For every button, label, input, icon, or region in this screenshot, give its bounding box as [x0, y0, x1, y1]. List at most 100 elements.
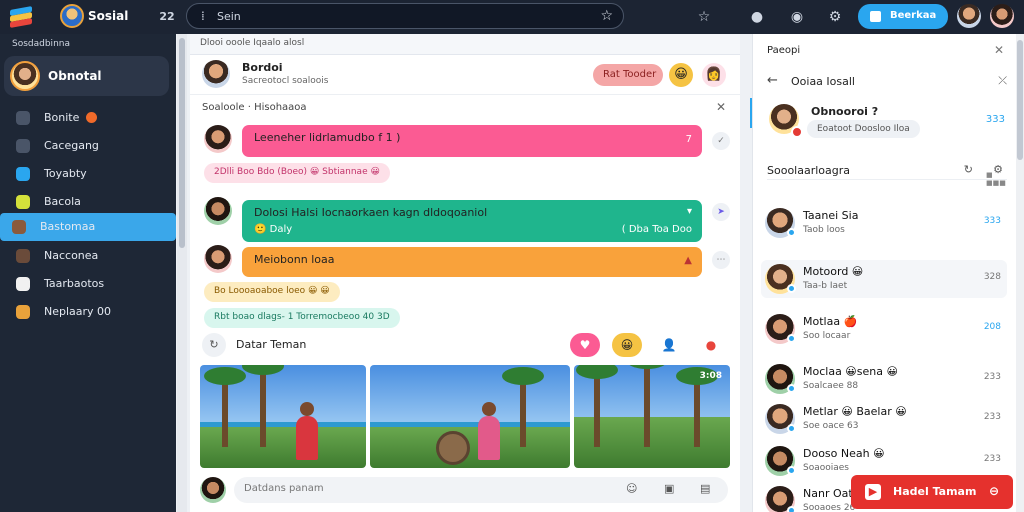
favorite-star-icon[interactable]: ☆: [695, 8, 713, 26]
scroll-thumb[interactable]: [1017, 40, 1023, 160]
gallery-photo-3[interactable]: 3:08: [574, 365, 730, 468]
close-icon[interactable]: ⊖: [989, 484, 999, 498]
sidebar-item[interactable]: Toyabty: [4, 160, 174, 188]
post-subtitle: Sacreotocl soaloois: [242, 76, 329, 86]
sidebar-item-label: Bonite: [44, 111, 80, 124]
post-action-button[interactable]: Rat Tooder: [593, 64, 663, 86]
emoji-picker-icon[interactable]: ☺: [626, 482, 637, 495]
camera-icon[interactable]: ▣: [664, 482, 674, 495]
composer-avatar: [200, 477, 226, 503]
comment-placeholder: Datdans panam: [244, 483, 324, 494]
sidebar-item-label: Bacola: [44, 195, 81, 208]
contact-name: Taanei Sia: [803, 209, 859, 222]
contact-item[interactable]: Taanei Sia Taob loos 333: [761, 204, 1007, 242]
contact-item[interactable]: Moclaa 😀sena 😀 Soalcaee 88 233: [761, 360, 1007, 398]
feed-scrollbar[interactable]: [177, 34, 187, 512]
thread-label: Soaloole · Hisohaaoa: [202, 102, 307, 113]
sidebar: Sosdadbinna Obnotal Bonite Cacegang Toyabt…: [0, 34, 176, 512]
contact-time: 333: [983, 216, 1001, 226]
contact-snippet: Taob loos: [803, 225, 845, 235]
nav-glyph[interactable]: 22: [158, 8, 176, 26]
contacts-section-header: Sooolaarloagra ↻ ⚙: [767, 162, 1007, 180]
gallery-label: Datar Teman: [236, 338, 307, 351]
sidebar-item[interactable]: Bonite: [4, 104, 174, 132]
contact-snippet: Taa-b Iaet: [803, 281, 848, 291]
gallery-photo-1[interactable]: [200, 365, 366, 468]
sidebar-item[interactable]: Nacconea: [4, 242, 174, 270]
profile-card[interactable]: Obnotal: [4, 56, 169, 96]
notification-badge: [86, 112, 97, 123]
sidebar-item[interactable]: Neplaary 00: [4, 298, 174, 326]
message-avatar[interactable]: [204, 197, 232, 225]
contact-snippet: Soo locaar: [803, 331, 851, 341]
right-scrollbar[interactable]: [1016, 34, 1024, 512]
sticker-icon[interactable]: 👩: [702, 63, 726, 87]
palm-tree: [204, 367, 246, 448]
post-author-avatar[interactable]: [202, 60, 230, 88]
contact-time: 233: [983, 454, 1001, 464]
heart-icon[interactable]: ♥: [570, 333, 600, 357]
message-bubble[interactable]: Meiobonn loaa ▲: [242, 247, 702, 277]
contact-item[interactable]: Motoord 😀 Taa-b Iaet 328: [761, 260, 1007, 298]
sidebar-item-icon: [16, 195, 30, 209]
sidebar-item[interactable]: Taarbaotos: [4, 270, 174, 298]
reaction-chip[interactable]: Rbt boao dlags- 1 Torremocbeoo 40 3D: [204, 308, 400, 328]
contact-time: 208: [983, 322, 1001, 332]
contact-item[interactable]: Motlaa 🍎 Soo locaar 208: [761, 310, 1007, 348]
user-avatar-2[interactable]: [990, 4, 1014, 28]
refresh-icon[interactable]: ↻: [202, 333, 226, 357]
panel-header: Paeopi: [767, 45, 801, 56]
contact-snippet: Soaooiaes: [803, 463, 849, 473]
close-icon[interactable]: ✕: [994, 43, 1004, 57]
share-icon[interactable]: ●: [696, 333, 726, 357]
cta-button[interactable]: ▶ Hadel Tamam ⊖: [851, 475, 1013, 509]
brand-avatar[interactable]: [60, 4, 84, 28]
message-bubble[interactable]: Leeneher lidrlamudbo f 1 ) 7: [242, 125, 702, 157]
user-avatar-1[interactable]: [957, 4, 981, 28]
send-icon[interactable]: ➤: [712, 203, 730, 221]
emoji-icon[interactable]: 😀: [669, 63, 693, 87]
comment-input[interactable]: Datdans panam: [234, 477, 728, 503]
chat-icon[interactable]: ●: [748, 8, 766, 26]
reaction-chip[interactable]: 2Dlli Boo Bdo (Boeo) 😀 Sbtiannae 😀: [204, 163, 390, 183]
right-panel: Paeopi ✕ ← Ooiaa Iosall ⤫ Obnooroi ? Eoa…: [752, 34, 1016, 512]
photo-person: [478, 401, 500, 460]
palm-tree: [676, 367, 718, 448]
user-icon[interactable]: 👤: [654, 333, 684, 357]
contact-item[interactable]: Metlar 😀 Baelar 😀 Soe oace 63 233: [761, 400, 1007, 438]
back-arrow-icon[interactable]: ←: [767, 73, 778, 88]
record-icon[interactable]: ◉: [788, 8, 806, 26]
photo-person: [296, 401, 318, 460]
close-icon[interactable]: ✕: [716, 100, 726, 114]
brand-name: Sosial: [88, 9, 129, 23]
reaction-chip[interactable]: Bo Loooaoaboe loeo 😀 😀: [204, 282, 340, 302]
sidebar-item-icon: [16, 139, 30, 153]
search-bar[interactable]: ⁞ Sein ☆: [186, 3, 624, 29]
section-title: Sooolaarloagra: [767, 164, 851, 177]
star-icon[interactable]: ☆: [600, 8, 613, 24]
feed: Dlooi ooole Iqaalo alosl Bordoi Sacreoto…: [190, 34, 740, 512]
primary-action-button[interactable]: Beerkaa: [858, 4, 948, 29]
more-icon[interactable]: ⋯: [712, 251, 730, 269]
primary-action-label: Beerkaa: [890, 10, 937, 21]
reaction-icon[interactable]: 😀: [612, 333, 642, 357]
sidebar-item[interactable]: Bacola: [4, 188, 174, 216]
collapse-icon[interactable]: ⤫: [998, 74, 1007, 88]
message-avatar[interactable]: [204, 245, 232, 273]
app-logo-icon[interactable]: [8, 6, 34, 28]
settings-icon[interactable]: ⚙: [826, 8, 844, 26]
message-avatar[interactable]: [204, 125, 232, 153]
chevron-down-icon[interactable]: ▾: [687, 206, 692, 217]
palm-tree: [502, 367, 544, 448]
gallery-photo-2[interactable]: [370, 365, 570, 468]
sidebar-item[interactable]: Cacegang: [4, 132, 174, 160]
sidebar-item-icon: [16, 111, 30, 125]
message-bubble[interactable]: Dolosi Halsi Iocnaorkaen kagn dldoqoanio…: [242, 200, 702, 242]
scroll-thumb[interactable]: [179, 38, 185, 248]
focused-contact[interactable]: Obnooroi ? Eoatoot Doosloo Iloa 333: [767, 100, 1007, 146]
check-icon[interactable]: ✓: [712, 132, 730, 150]
sidebar-item[interactable]: Bastomaa: [0, 213, 176, 241]
refresh-icon[interactable]: ↻: [964, 163, 973, 176]
attach-icon[interactable]: ▤: [700, 482, 710, 495]
message-meta: 7: [685, 134, 692, 145]
